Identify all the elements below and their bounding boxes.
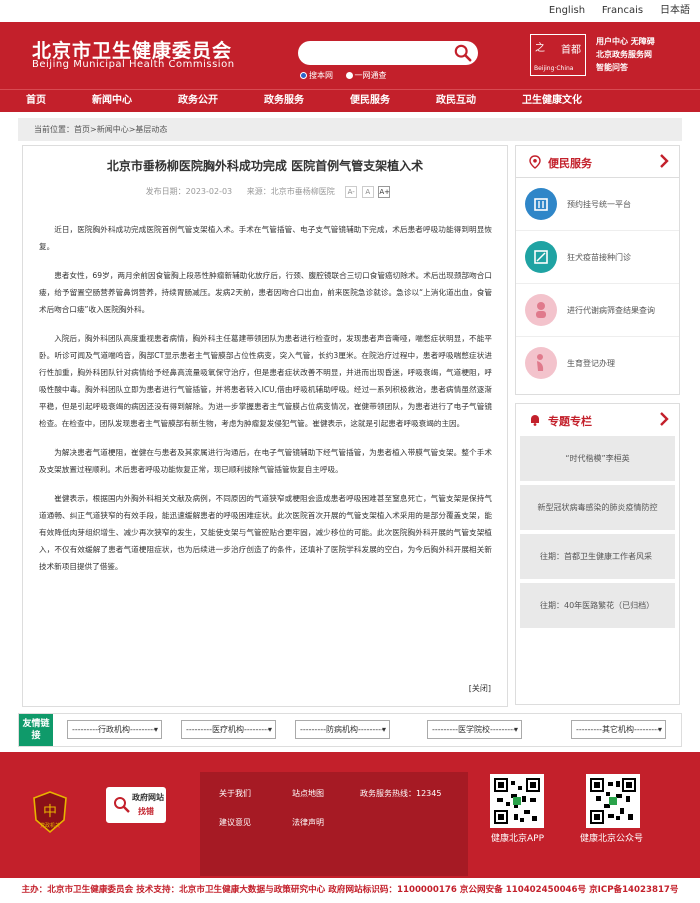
friend-links-badge: 友情链接: [19, 714, 53, 746]
user-center-link[interactable]: 用户中心 无障碍: [596, 35, 655, 48]
topics-panel: 专题专栏 “时代楷模”李桓英 新型冠状病毒感染的肺炎疫情防控 往期：首都卫生健康…: [515, 403, 680, 705]
nav-home[interactable]: 首页: [26, 90, 46, 112]
article-paragraph: 崔健表示，根据国内外胸外科相关文献及病例，不同原因的气道狭窄或梗阻会造成患者呼吸…: [39, 494, 492, 571]
font-increase-button[interactable]: A+: [378, 185, 391, 198]
article-paragraph: 患者女性，69岁，两月余前因食管胸上段恶性肿瘤新辅助化放疗后，行颈、腹腔镜联合三…: [39, 271, 492, 314]
mother-icon: [525, 347, 557, 379]
baby-icon: [525, 294, 557, 326]
bell-icon: [531, 415, 539, 426]
font-normal-button[interactable]: A: [361, 185, 374, 198]
service-label: 进行代谢病筛查结果查询: [567, 306, 655, 315]
topic-item[interactable]: 往期：首都卫生健康工作者风采: [520, 534, 675, 579]
main-nav: 首页 新闻中心 政务公开 政务服务 便民服务 政民互动 卫生健康文化: [0, 89, 700, 112]
service-item-metabolic-screening[interactable]: 进行代谢病筛查结果查询: [516, 284, 679, 337]
topic-item[interactable]: 新型冠状病毒感染的肺炎疫情防控: [520, 485, 675, 530]
article-panel: 北京市垂杨柳医院胸外科成功完成 医院首例气管支架植入术 发布日期：2023-02…: [22, 145, 508, 707]
svg-text:中: 中: [43, 804, 57, 820]
topic-item[interactable]: 往期：40年医路繁花（已归档）: [520, 583, 675, 628]
feedback-link[interactable]: 建议意见: [219, 817, 251, 828]
location-icon: [529, 155, 541, 169]
radio-icon[interactable]: [345, 72, 353, 79]
chevron-right-icon[interactable]: [659, 412, 669, 426]
topic-item[interactable]: “时代楷模”李桓英: [520, 436, 675, 481]
magnifier-icon: [114, 797, 130, 813]
service-item-appointment[interactable]: 预约挂号统一平台: [516, 178, 679, 231]
service-hotline: 政务服务热线：12345: [360, 789, 442, 798]
qr-code-icon: [494, 778, 540, 824]
party-gov-badge-icon[interactable]: 中 党政机关: [30, 790, 70, 834]
select-admin-orgs[interactable]: ---------行政机构--------- ▾: [67, 720, 162, 739]
topics-title: 专题专栏: [548, 415, 592, 428]
nav-health-culture[interactable]: 卫生健康文化: [522, 90, 582, 112]
service-label: 预约挂号统一平台: [567, 200, 631, 209]
chevron-down-icon: ▾: [513, 725, 518, 734]
syringe-icon: [525, 241, 557, 273]
topics-header: 专题专栏: [516, 404, 679, 436]
footer-credits: 主办：北京市卫生健康委员会 技术支持：北京市卫生健康大数据与政策研究中心 政府网…: [0, 878, 700, 903]
footer-links-panel: 关于我们 站点地图 政务服务热线：12345 建议意见 法律声明: [200, 772, 468, 876]
service-item-rabies-vaccine[interactable]: 狂犬疫苗接种门诊: [516, 231, 679, 284]
lang-french-link[interactable]: Francais: [602, 5, 643, 16]
font-decrease-button[interactable]: A-: [345, 185, 358, 198]
qr-code-wechat-label: 健康北京公众号: [580, 834, 644, 844]
services-panel: 便民服务 预约挂号统一平台 狂犬疫苗接种门诊 进行代谢病筛查结果查询 生育登记办…: [515, 145, 680, 395]
site-map-link[interactable]: 站点地图: [292, 788, 324, 799]
site-title-en[interactable]: Beijing Municipal Health Commission: [32, 59, 235, 70]
article-meta: 发布日期：2023-02-03 来源：北京市垂杨柳医院 A- A A+: [23, 185, 507, 199]
article-body: 近日，医院胸外科成功完成医院首例气管支架植入术。手术在气管插管、电子支气管镜辅助…: [23, 221, 507, 575]
article-paragraph: 近日，医院胸外科成功完成医院首例气管支架植入术。手术在气管插管、电子支气管镜辅助…: [39, 225, 492, 251]
chevron-down-icon: ▾: [381, 725, 386, 734]
qr-code-icon: [590, 778, 636, 824]
search-scope-options: 搜本网 一网通查: [300, 70, 397, 81]
nav-gov-affairs[interactable]: 政务公开: [178, 90, 218, 112]
search-icon[interactable]: [454, 44, 472, 62]
beijing-gov-service-link[interactable]: 北京政务服务网: [596, 48, 655, 61]
qr-code-app[interactable]: [490, 774, 544, 828]
smart-qa-link[interactable]: 智能问答: [596, 61, 655, 74]
article-paragraph: 入院后，胸外科团队高度重视患者病情，胸外科主任葛建带领团队为患者进行检查时，发现…: [39, 334, 492, 428]
language-bar: English Francais 日本語: [0, 0, 700, 22]
article-date: 发布日期：2023-02-03: [145, 187, 233, 196]
select-other-orgs[interactable]: ---------其它机构--------- ▾: [571, 720, 666, 739]
search-scope-all[interactable]: 一网通查: [345, 71, 387, 80]
chevron-down-icon: ▾: [153, 725, 158, 734]
close-link[interactable]: [关闭]: [469, 683, 491, 694]
select-disease-prevention-orgs[interactable]: ---------防病机构--------- ▾: [295, 720, 390, 739]
nav-gov-services[interactable]: 政务服务: [264, 90, 304, 112]
site-header: 北京市卫生健康委员会 Beijing Municipal Health Comm…: [0, 22, 700, 89]
legal-notice-link[interactable]: 法律声明: [292, 817, 324, 828]
qr-code-app-label: 健康北京APP: [491, 834, 545, 844]
radio-selected-icon[interactable]: [300, 72, 307, 79]
lang-japanese-link[interactable]: 日本語: [660, 5, 690, 16]
service-item-birth-registration[interactable]: 生育登记办理: [516, 337, 679, 390]
friend-links-bar: 友情链接 ---------行政机构--------- ▾ ---------医疗…: [18, 713, 682, 747]
header-quick-links: 用户中心 无障碍 北京政务服务网 智能问答: [596, 35, 655, 74]
chevron-down-icon: ▾: [657, 725, 662, 734]
breadcrumb[interactable]: 当前位置：首页>新闻中心>基层动态: [18, 118, 682, 141]
lang-english-link[interactable]: English: [549, 5, 585, 16]
party-gov-badge-label: 党政机关: [40, 822, 60, 829]
search-input[interactable]: [298, 41, 478, 65]
nav-news[interactable]: 新闻中心: [92, 90, 132, 112]
services-header: 便民服务: [516, 146, 679, 178]
service-label: 狂犬疫苗接种门诊: [567, 253, 631, 262]
chevron-right-icon[interactable]: [659, 154, 669, 168]
search-scope-site[interactable]: 搜本网: [300, 71, 333, 80]
article-title: 北京市垂杨柳医院胸外科成功完成 医院首例气管支架植入术: [106, 159, 424, 173]
about-us-link[interactable]: 关于我们: [219, 788, 251, 799]
select-medical-orgs[interactable]: ---------医疗机构--------- ▾: [181, 720, 276, 739]
gov-site-error-report-button[interactable]: 政府网站 找错: [106, 787, 166, 823]
chevron-down-icon: ▾: [267, 725, 272, 734]
nav-public-services[interactable]: 便民服务: [350, 90, 390, 112]
article-paragraph: 为解决患者气道梗阻，崔健在与患者及其家属进行沟通后，在电子气管镜辅助下经气管插管…: [39, 448, 492, 474]
article-source: 来源：北京市垂杨柳医院: [246, 187, 335, 196]
nav-interaction[interactable]: 政民互动: [436, 90, 476, 112]
select-medical-schools[interactable]: ---------医学院校--------- ▾: [427, 720, 522, 739]
beijing-capital-logo[interactable]: 之 首都 Beijing·China: [530, 34, 586, 76]
site-footer: 中 党政机关 政府网站 找错 关于我们 站点地图 政务服务热线：12345 建议…: [0, 752, 700, 878]
service-label: 生育登记办理: [567, 359, 615, 368]
services-title: 便民服务: [548, 157, 592, 170]
qr-code-wechat[interactable]: [586, 774, 640, 828]
hospital-icon: [525, 188, 557, 220]
